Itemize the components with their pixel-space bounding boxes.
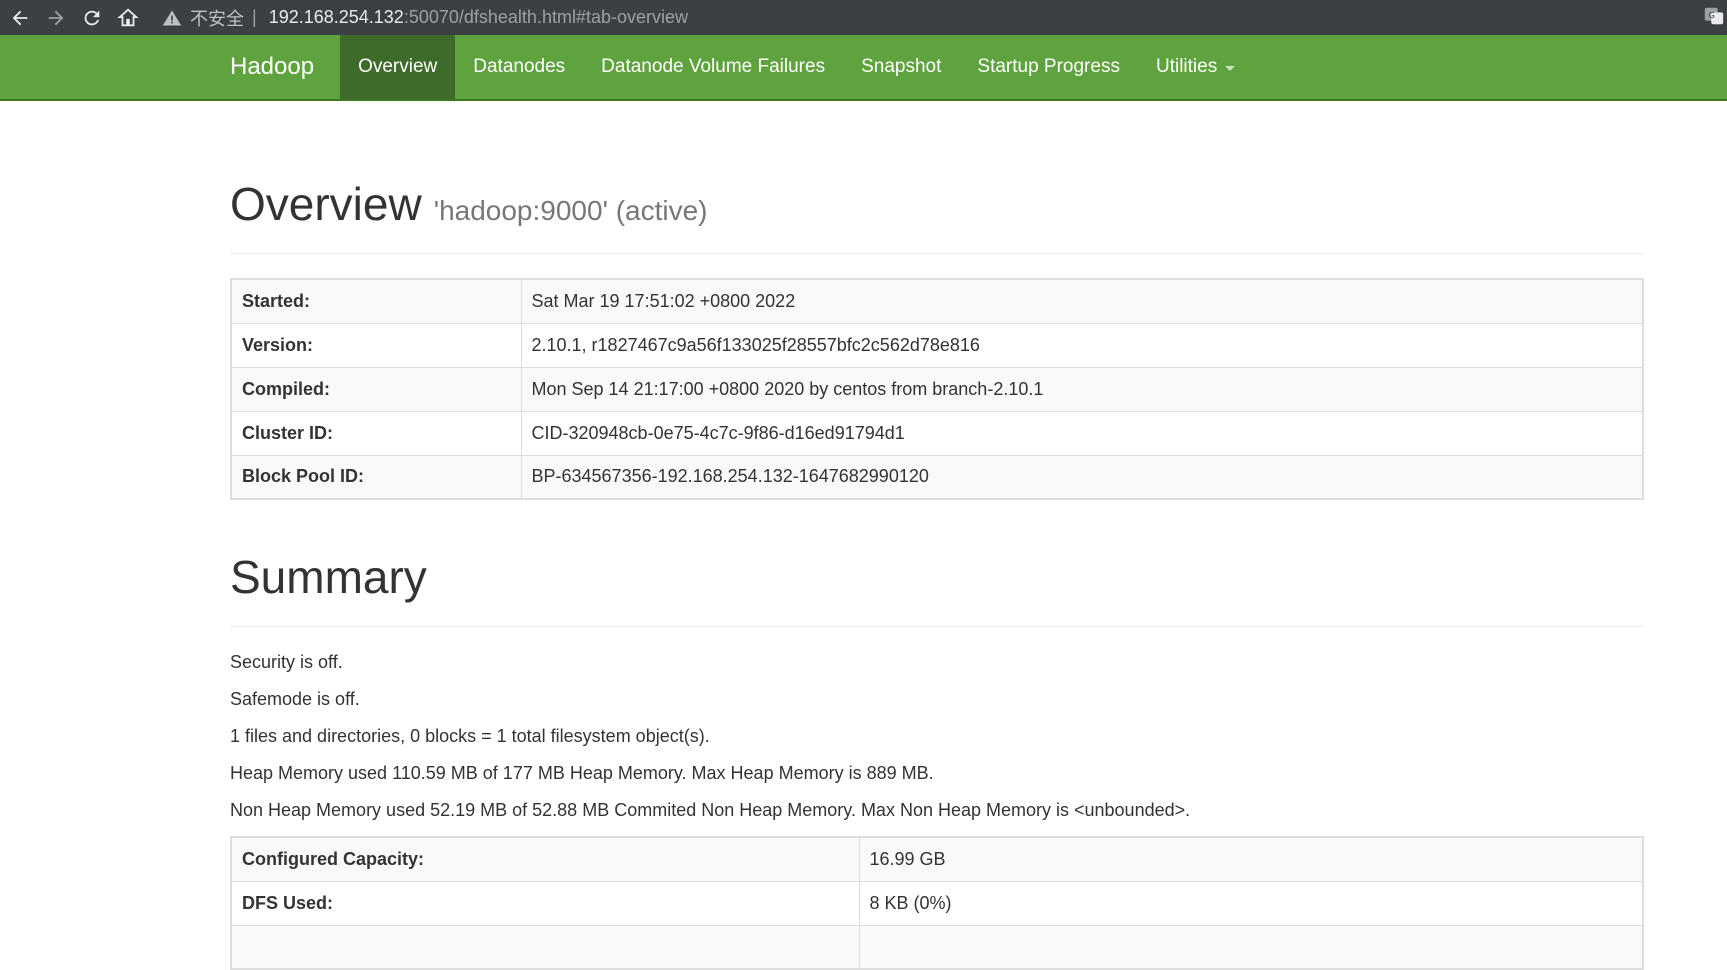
row-value: Mon Sep 14 21:17:00 +0800 2020 by centos…	[520, 366, 1644, 412]
row-value: BP-634567356-192.168.254.132-16476829901…	[520, 454, 1644, 500]
table-row: Started: Sat Mar 19 17:51:02 +0800 2022	[230, 278, 1644, 324]
caret-down-icon	[1225, 65, 1236, 71]
row-label: Started:	[230, 278, 522, 324]
summary-header: Summary	[230, 550, 1644, 627]
brand-link[interactable]: Hadoop	[230, 35, 334, 99]
arrow-left-icon	[12, 10, 28, 25]
warning-icon	[162, 10, 182, 25]
table-row	[230, 924, 1644, 970]
reload-icon	[84, 10, 100, 25]
safemode-status: Safemode is off.	[230, 689, 360, 709]
navbar: Hadoop Overview Datanodes Datanode Volum…	[0, 35, 1727, 101]
row-label: Version:	[230, 322, 522, 368]
row-label: DFS Used:	[230, 880, 860, 926]
heap-memory: Heap Memory used 110.59 MB of 177 MB Hea…	[230, 763, 934, 783]
tab-datanode-volume-failures[interactable]: Datanode Volume Failures	[583, 35, 843, 99]
svg-text:G: G	[1709, 10, 1715, 20]
row-label: Block Pool ID:	[230, 454, 522, 500]
tab-overview[interactable]: Overview	[340, 35, 456, 99]
summary-title: Summary	[230, 551, 427, 603]
reload-button[interactable]	[76, 2, 108, 34]
tab-datanodes[interactable]: Datanodes	[455, 35, 583, 99]
table-row: Compiled: Mon Sep 14 21:17:00 +0800 2020…	[230, 366, 1644, 412]
translate-icon[interactable]: G	[1703, 5, 1725, 27]
url-host: 192.168.254.132	[268, 7, 404, 27]
address-bar[interactable]: 不安全 | 192.168.254.132:50070/dfshealth.ht…	[162, 2, 1662, 33]
namenode-subtitle: 'hadoop:9000' (active)	[433, 195, 708, 226]
row-value: Sat Mar 19 17:51:02 +0800 2022	[520, 278, 1644, 324]
table-row: DFS Used: 8 KB (0%)	[230, 880, 1644, 926]
row-label: Compiled:	[230, 366, 522, 412]
filesystem-objects: 1 files and directories, 0 blocks = 1 to…	[230, 726, 710, 746]
security-status: Security is off.	[230, 652, 343, 672]
tab-startup-progress[interactable]: Startup Progress	[959, 35, 1138, 99]
summary-lines: Security is off. Safemode is off. 1 file…	[230, 651, 1644, 836]
row-label	[230, 924, 860, 970]
home-icon	[117, 8, 139, 26]
tab-snapshot[interactable]: Snapshot	[843, 35, 959, 99]
url-path: :50070/dfshealth.html#tab-overview	[403, 7, 688, 27]
row-label: Cluster ID:	[230, 410, 522, 456]
arrow-right-icon	[48, 10, 64, 25]
nav-items: Hadoop Overview Datanodes Datanode Volum…	[230, 35, 1253, 99]
non-heap-memory: Non Heap Memory used 52.19 MB of 52.88 M…	[230, 800, 1191, 820]
browser-toolbar: 不安全 | 192.168.254.132:50070/dfshealth.ht…	[0, 0, 1727, 35]
row-value: 2.10.1, r1827467c9a56f133025f28557bfc2c5…	[520, 322, 1644, 368]
tab-utilities[interactable]: Utilities	[1138, 35, 1253, 99]
main-content: Overview 'hadoop:9000' (active) Started:…	[230, 101, 1644, 970]
table-row: Configured Capacity: 16.99 GB	[230, 836, 1644, 882]
row-value: 8 KB (0%)	[858, 880, 1644, 926]
table-row: Version: 2.10.1, r1827467c9a56f133025f28…	[230, 322, 1644, 368]
table-row: Cluster ID: CID-320948cb-0e75-4c7c-9f86-…	[230, 410, 1644, 456]
overview-table: Started: Sat Mar 19 17:51:02 +0800 2022 …	[230, 278, 1644, 500]
table-row: Block Pool ID: BP-634567356-192.168.254.…	[230, 454, 1644, 500]
row-value: 16.99 GB	[858, 836, 1644, 882]
row-value: CID-320948cb-0e75-4c7c-9f86-d16ed91794d1	[520, 410, 1644, 456]
row-label: Configured Capacity:	[230, 836, 860, 882]
page-title: Overview	[230, 178, 422, 230]
insecure-label: 不安全	[190, 8, 244, 29]
url-separator: |	[252, 7, 257, 27]
overview-header: Overview 'hadoop:9000' (active)	[230, 177, 1644, 254]
row-value	[858, 924, 1644, 970]
forward-button[interactable]	[40, 2, 72, 34]
back-button[interactable]	[4, 2, 36, 34]
home-button[interactable]	[112, 2, 144, 34]
utilities-label: Utilities	[1155, 56, 1218, 77]
capacity-table: Configured Capacity: 16.99 GB DFS Used: …	[230, 836, 1644, 970]
